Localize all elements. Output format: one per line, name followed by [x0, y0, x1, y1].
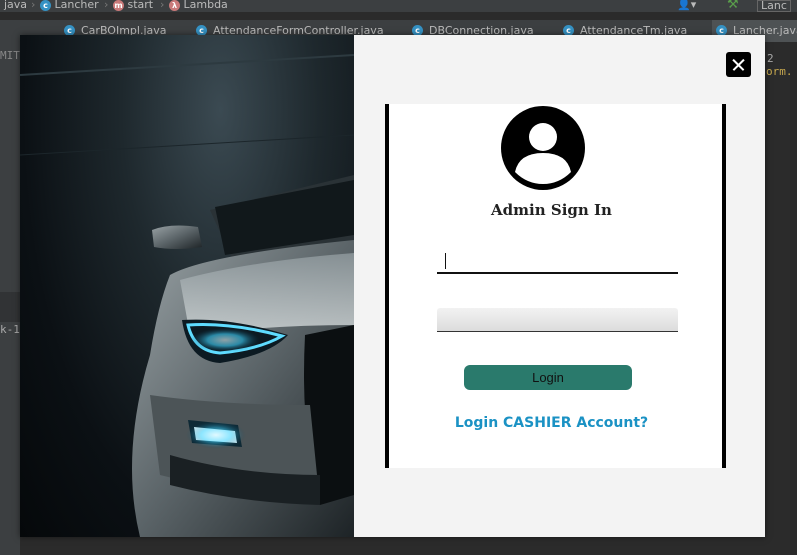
- close-button[interactable]: [726, 52, 751, 77]
- run-config-selector[interactable]: Lanc: [757, 0, 791, 12]
- breadcrumb-separator: ›: [160, 0, 165, 11]
- form-title: Admin Sign In: [491, 201, 612, 219]
- class-icon: c: [64, 24, 75, 36]
- class-icon: c: [412, 24, 423, 36]
- ide-fragment: 2: [767, 52, 774, 65]
- login-button[interactable]: Login: [464, 365, 632, 390]
- breadcrumb-item[interactable]: λ Lambda: [169, 0, 228, 11]
- breadcrumb-separator: ›: [31, 0, 36, 11]
- username-input[interactable]: [437, 244, 678, 274]
- breadcrumb-separator: ›: [104, 0, 109, 11]
- text-cursor: [445, 253, 446, 269]
- ide-right-gutter: [765, 42, 797, 555]
- password-input[interactable]: [437, 308, 678, 332]
- breadcrumb-item[interactable]: m start: [113, 0, 153, 11]
- login-form: Admin Sign In Login Login CASHIER Accoun…: [385, 104, 726, 468]
- car-image: [20, 35, 354, 537]
- build-hammer-icon[interactable]: ⚒: [727, 0, 739, 11]
- ide-panel-divider: [0, 292, 20, 322]
- login-dialog: Admin Sign In Login Login CASHIER Accoun…: [20, 35, 765, 537]
- user-avatar-icon: [501, 106, 585, 190]
- breadcrumb-item[interactable]: java: [4, 0, 27, 10]
- user-icon[interactable]: 👤▾: [677, 0, 696, 10]
- ide-fragment: k-1: [0, 323, 20, 336]
- ide-fragment: orm.: [766, 65, 793, 78]
- class-icon: c: [563, 24, 574, 36]
- breadcrumb: java › c Lancher › m start › λ Lambda 👤▾…: [0, 0, 797, 12]
- cashier-login-link[interactable]: Login CASHIER Account?: [389, 415, 714, 431]
- class-icon: c: [40, 0, 51, 11]
- class-icon: c: [716, 24, 727, 36]
- lambda-icon: λ: [169, 0, 180, 11]
- method-icon: m: [113, 0, 124, 11]
- class-icon: c: [196, 24, 207, 36]
- breadcrumb-item[interactable]: c Lancher: [40, 0, 99, 11]
- car-illustration: [20, 54, 354, 537]
